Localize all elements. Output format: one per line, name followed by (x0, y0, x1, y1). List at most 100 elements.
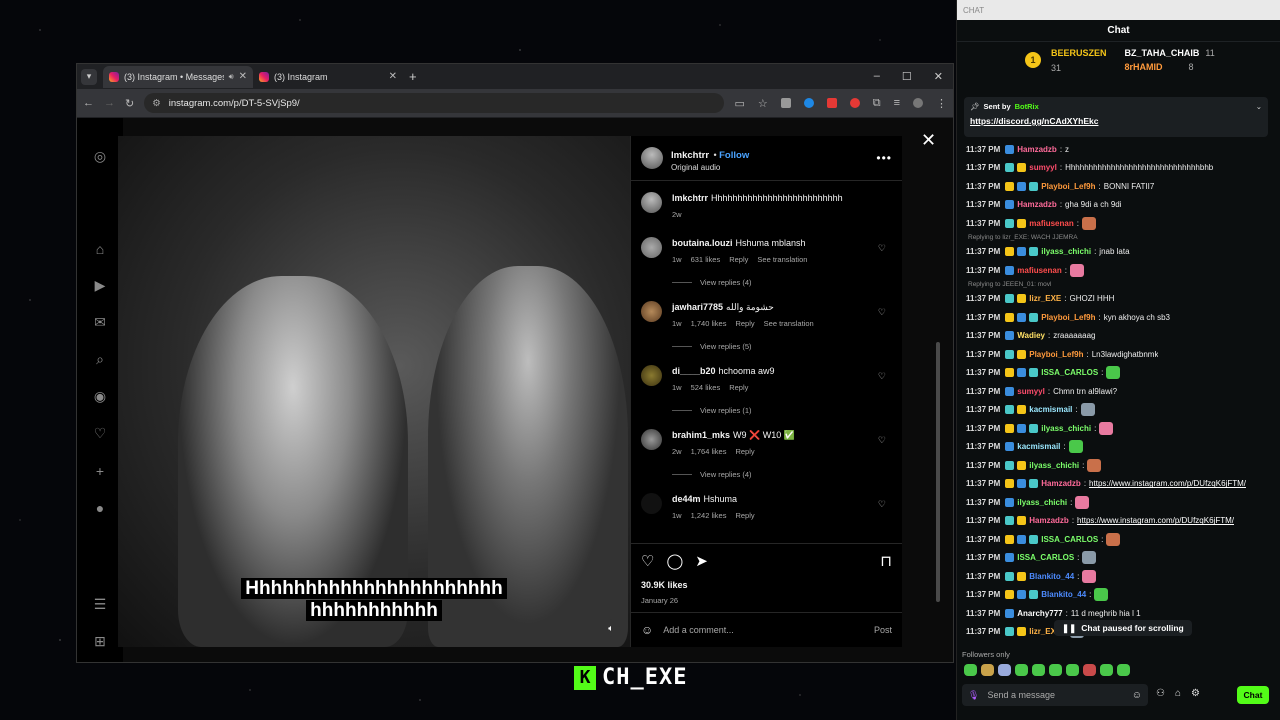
leader-name[interactable]: BEERUSZEN (1051, 47, 1107, 59)
view-replies-button[interactable]: View replies (4) (672, 470, 892, 479)
profile-icon[interactable]: ● (77, 489, 123, 526)
cast-icon[interactable]: ▭ (734, 97, 744, 110)
like-comment-icon[interactable]: ♡ (878, 307, 886, 318)
chat-input[interactable]: 🎙︎ Send a message ☺ (962, 684, 1148, 706)
avatar[interactable] (641, 237, 662, 258)
comment-likes[interactable]: 1,242 likes (691, 510, 727, 522)
follow-button[interactable]: Follow (719, 150, 749, 161)
more-menu-icon[interactable]: ☰ (77, 586, 123, 623)
message-username[interactable]: sumyyl (1017, 387, 1045, 396)
message-username[interactable]: Playboi_Lef9h (1029, 350, 1083, 359)
users-icon[interactable]: ⚇ (1156, 688, 1165, 699)
like-icon[interactable]: ♡ (641, 552, 654, 570)
notifications-icon[interactable]: ♡ (77, 415, 123, 452)
save-icon[interactable]: ⊓ (880, 552, 892, 570)
speaker-icon[interactable]: 🔊︎ (229, 72, 234, 82)
back-icon[interactable]: ← (83, 97, 94, 109)
chat-messages[interactable]: 11:37 PM Hamzadzb: z 11:37 PM sumyyl: Hhhhhhh… (966, 140, 1274, 640)
avatar[interactable] (641, 147, 663, 169)
reload-icon[interactable]: ↻ (125, 97, 134, 110)
leader-name[interactable]: BZ_TAHA_CHAIB (1125, 48, 1200, 58)
comment-likes[interactable]: 524 likes (691, 382, 721, 394)
emote-icon[interactable] (964, 664, 977, 676)
comment-username[interactable]: jawhari7785 (672, 302, 723, 312)
like-comment-icon[interactable]: ♡ (878, 435, 886, 446)
see-translation-button[interactable]: See translation (757, 254, 807, 266)
message-username[interactable]: kacmismail (1029, 405, 1072, 414)
share-icon[interactable]: ➤ (695, 552, 708, 570)
see-translation-button[interactable]: See translation (764, 318, 814, 330)
emote-icon[interactable] (1049, 664, 1062, 676)
emote-icon[interactable] (981, 664, 994, 676)
emoji-icon[interactable]: ☺ (641, 623, 653, 637)
message-username[interactable]: ilyass_chichi (1029, 461, 1079, 470)
message-username[interactable]: ilyass_chichi (1017, 498, 1067, 507)
message-username[interactable]: Hamzadzb (1041, 479, 1081, 488)
message-username[interactable]: ISSA_CARLOS (1017, 553, 1074, 562)
leader-name[interactable]: 8rHAMID (1125, 62, 1163, 72)
explore-icon[interactable]: ◉ (77, 378, 123, 415)
message-username[interactable]: ISSA_CARLOS (1041, 535, 1098, 544)
emote-icon[interactable] (1117, 664, 1130, 676)
site-info-icon[interactable]: ⚙ (152, 98, 161, 109)
create-icon[interactable]: + (77, 452, 123, 489)
message-username[interactable]: mafiusenan (1017, 266, 1061, 275)
reply-button[interactable]: Reply (735, 510, 754, 522)
close-tab-icon[interactable]: ✕ (239, 71, 247, 82)
view-replies-button[interactable]: View replies (4) (672, 278, 892, 287)
message-username[interactable]: Hamzadzb (1017, 200, 1057, 209)
more-options-icon[interactable]: ••• (876, 151, 892, 165)
reply-button[interactable]: Reply (729, 382, 748, 394)
avatar[interactable] (641, 493, 662, 514)
emote-icon[interactable] (998, 664, 1011, 676)
reels-icon[interactable]: ▶ (77, 267, 123, 304)
tab-messages[interactable]: (3) Instagram • Messages 🔊︎ ✕ (103, 65, 253, 88)
message-username[interactable]: Hamzadzb (1017, 145, 1057, 154)
chat-send-button[interactable]: Chat (1237, 686, 1269, 704)
extension-icon[interactable] (803, 98, 814, 108)
new-tab-icon[interactable]: + (409, 69, 417, 84)
reply-button[interactable]: Reply (735, 318, 754, 330)
comment-username[interactable]: lmkchtrr (672, 193, 708, 203)
maximize-icon[interactable]: ☐ (902, 70, 912, 83)
audio-label[interactable]: Original audio (671, 163, 749, 172)
forward-icon[interactable]: → (104, 97, 115, 109)
profile-avatar-icon[interactable] (913, 98, 923, 108)
comment-username[interactable]: brahim1_mks (672, 430, 730, 440)
comment-likes[interactable]: 1,764 likes (691, 446, 727, 458)
tab-search-icon[interactable]: ▾ (81, 68, 97, 85)
emoji-picker-icon[interactable]: ☺ (1132, 690, 1142, 701)
message-username[interactable]: mafiusenan (1029, 219, 1073, 228)
post-comment-button[interactable]: Post (874, 625, 892, 635)
pinned-sender[interactable]: BotRix (1015, 102, 1039, 111)
post-username[interactable]: lmkchtrr (671, 150, 709, 161)
message-link[interactable]: https://www.instagram.com/p/DUfzqK6jFTM/ (1089, 479, 1246, 488)
view-replies-button[interactable]: View replies (5) (672, 342, 892, 351)
chat-paused-button[interactable]: ❚❚ Chat paused for scrolling (1054, 620, 1192, 636)
extension-icon[interactable] (780, 98, 791, 108)
emote-icon[interactable] (1083, 664, 1096, 676)
extension-icon[interactable] (826, 98, 837, 108)
comment-likes[interactable]: 1,740 likes (691, 318, 727, 330)
instagram-logo-icon[interactable]: ◎ (77, 138, 123, 175)
emote-icon[interactable] (1100, 664, 1113, 676)
close-modal-icon[interactable]: ✕ (921, 130, 936, 151)
message-username[interactable]: Playboi_Lef9h (1041, 313, 1095, 322)
search-icon[interactable]: ⌕ (77, 341, 123, 378)
message-link[interactable]: https://www.instagram.com/p/DUfzqK6jFTM/ (1077, 516, 1234, 525)
comment-username[interactable]: boutaina.louzi (672, 238, 733, 248)
browser-menu-icon[interactable]: ⋮ (936, 97, 947, 110)
extension-icon[interactable] (849, 98, 860, 108)
reply-context[interactable]: Replying to lizr_EXE: WACH JJEMRA (966, 233, 1274, 243)
comment-username[interactable]: di____b20 (672, 366, 716, 376)
expand-pinned-icon[interactable]: ⌄ (1256, 102, 1262, 111)
avatar[interactable] (641, 301, 662, 322)
like-comment-icon[interactable]: ♡ (878, 499, 886, 510)
like-comment-icon[interactable]: ♡ (878, 243, 886, 254)
message-username[interactable]: ISSA_CARLOS (1041, 368, 1098, 377)
reel-video[interactable]: Hhhhhhhhhhhhhhhhhhhhhh hhhhhhhhhhh 🔈︎ (118, 136, 630, 647)
reply-button[interactable]: Reply (729, 254, 748, 266)
comment-icon[interactable]: ◯ (666, 552, 683, 570)
post-likes[interactable]: 30.9K likes (641, 580, 892, 590)
mute-icon[interactable]: 🔈︎ (602, 619, 620, 637)
